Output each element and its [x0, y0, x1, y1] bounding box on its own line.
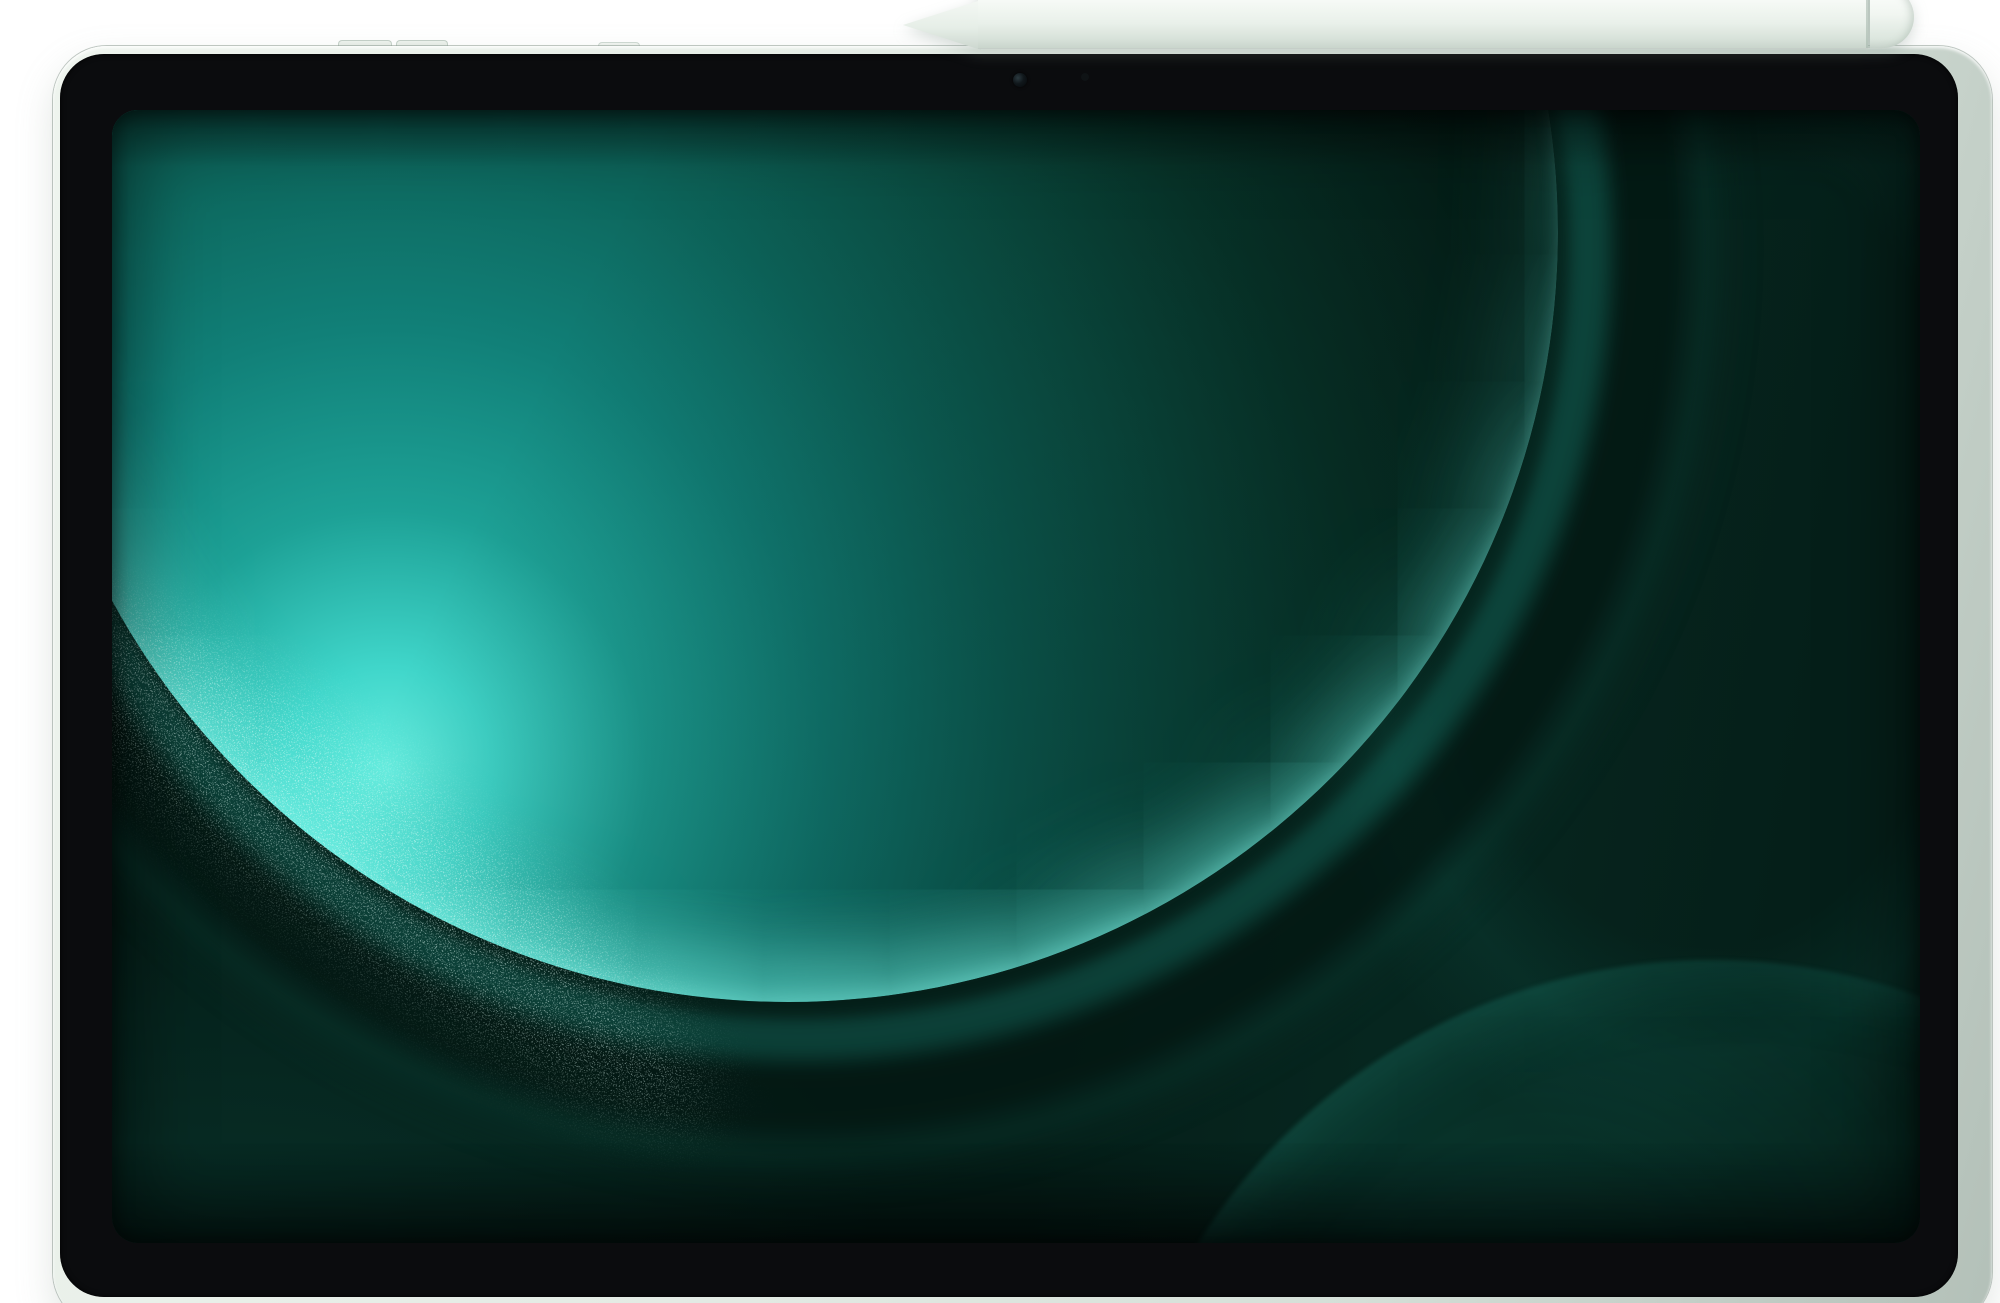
tablet-device [53, 46, 1992, 1303]
stylus-body [978, 0, 1868, 49]
product-photo-canvas: Light mint tablet shown face-on with a m… [0, 0, 2000, 1303]
ambient-light-sensor [1081, 73, 1089, 81]
tablet-screen [112, 110, 1920, 1243]
stylus-cap [1870, 0, 1914, 48]
screen-vignette [112, 110, 1920, 1243]
stylus-tip [903, 0, 981, 50]
front-camera [1013, 73, 1027, 87]
